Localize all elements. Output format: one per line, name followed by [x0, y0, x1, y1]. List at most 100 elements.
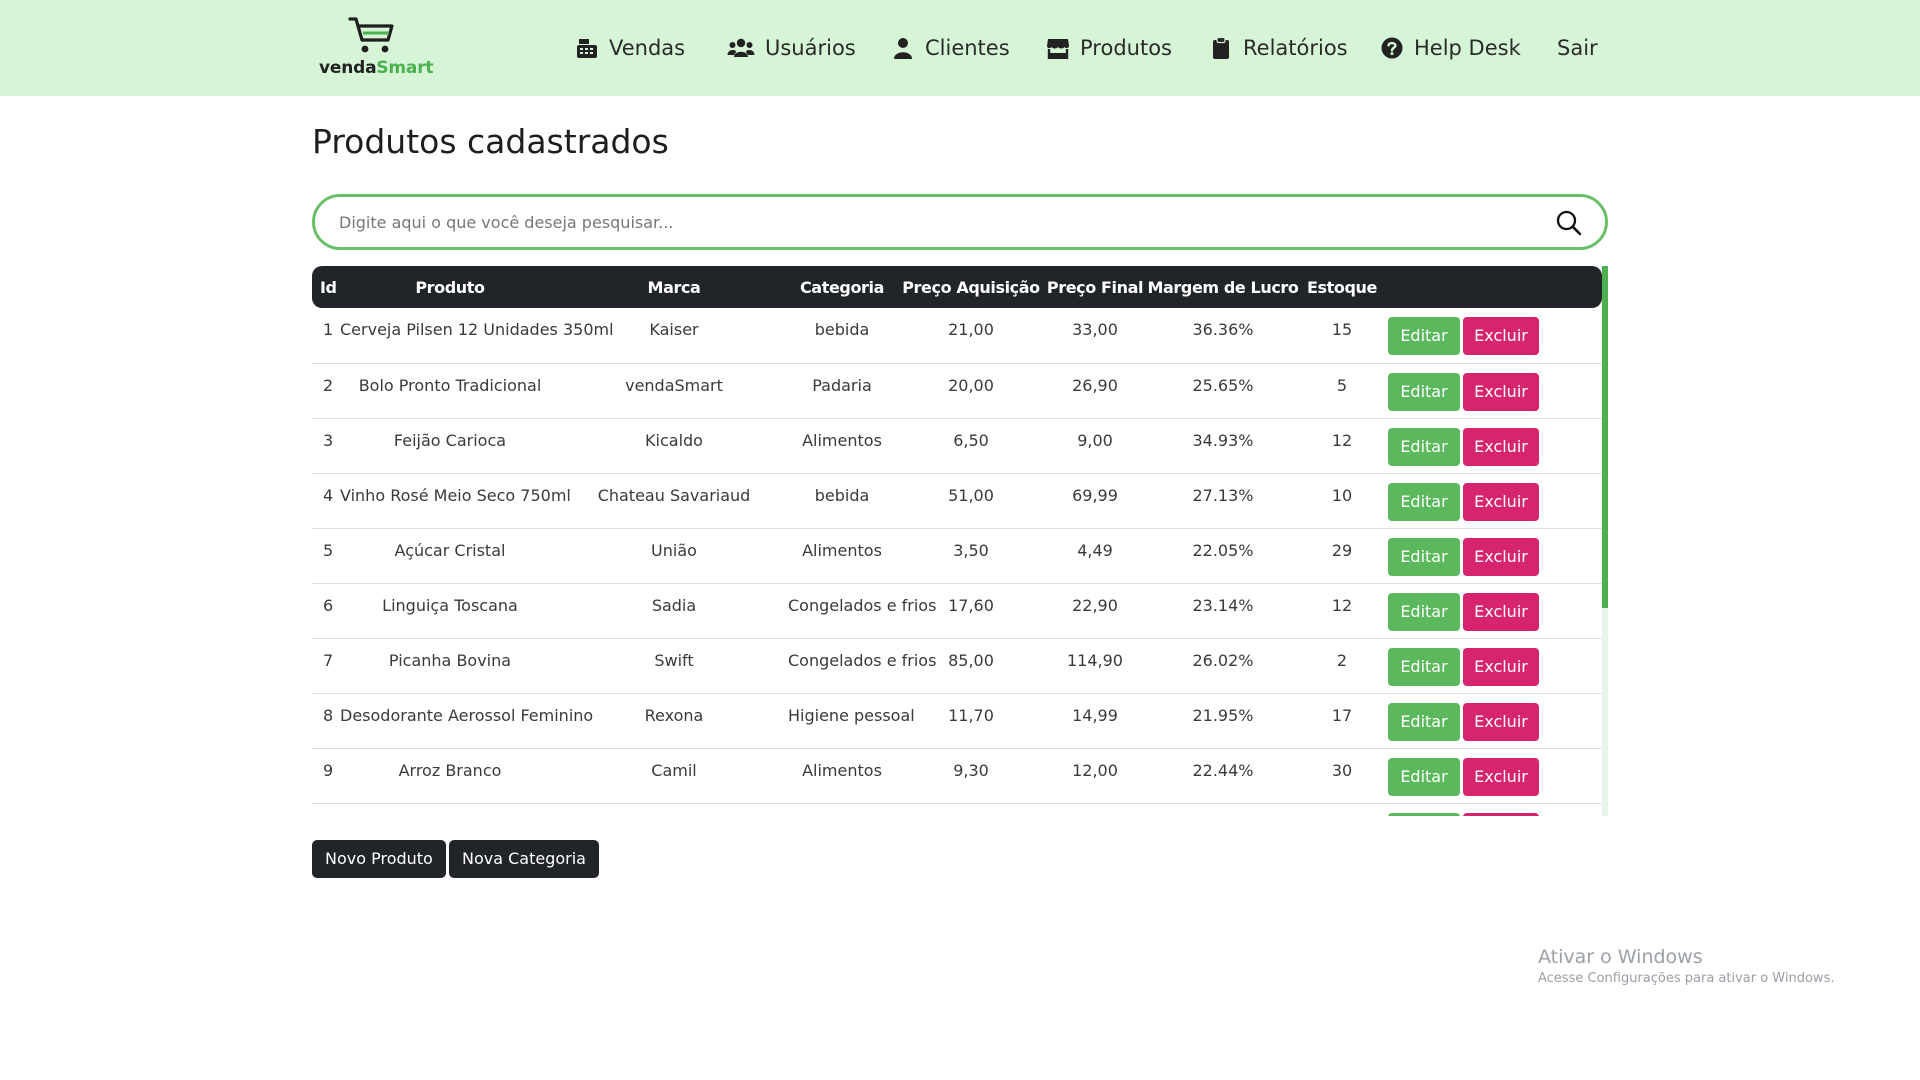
cell-id: 3	[323, 430, 334, 450]
cell-produto: Cerveja Pilsen 12 Unidades 350ml	[340, 320, 614, 339]
edit-button[interactable]: Editar	[1388, 757, 1460, 796]
cell-categoria: bebida	[814, 485, 870, 505]
edit-button[interactable]: Editar	[1388, 372, 1460, 411]
users-icon	[727, 36, 755, 60]
shopping-cart-icon	[348, 17, 394, 53]
cell-produto	[340, 803, 560, 816]
delete-button[interactable]: Excluir	[1463, 427, 1539, 466]
nav-vendas[interactable]: Vendas	[575, 33, 685, 63]
cell-preco-final: 14,99	[1072, 705, 1118, 725]
header-actions	[1382, 266, 1602, 308]
cell-actions: EditarExcluir	[1382, 583, 1602, 638]
cell-produto: Bolo Pronto Tradicional	[358, 375, 542, 395]
header-produto: Produto	[415, 277, 485, 297]
cell-estoque: 17	[1331, 705, 1353, 725]
cell-preco-aquisicao: 9,30	[953, 760, 989, 780]
delete-button[interactable]: Excluir	[1463, 592, 1539, 631]
cell-marca: Kicaldo	[645, 430, 703, 450]
edit-button[interactable]: Editar	[1388, 427, 1460, 466]
cell-preco-aquisicao: 51,00	[948, 485, 994, 505]
cell-preco-final: 22,90	[1072, 595, 1118, 615]
cell-margem-lucro: 27.13%	[1192, 485, 1254, 505]
edit-button[interactable]: Editar	[1388, 592, 1460, 631]
nav-clientes[interactable]: Clientes	[891, 33, 1010, 63]
header-id: Id	[320, 277, 337, 297]
cell-estoque: 5	[1336, 375, 1348, 395]
edit-button[interactable]: Editar	[1388, 482, 1460, 521]
cell-actions: EditarExcluir	[1382, 308, 1602, 363]
delete-button[interactable]: Excluir	[1463, 317, 1539, 355]
edit-button[interactable]: Editar	[1388, 537, 1460, 576]
cell-produto: Açúcar Cristal	[394, 540, 506, 560]
cell-id: 9	[323, 760, 334, 780]
nav-produtos[interactable]: Produtos	[1046, 33, 1172, 63]
cell-preco-final: 12,00	[1072, 760, 1118, 780]
delete-button[interactable]: Excluir	[1463, 702, 1539, 741]
table-scrollbar[interactable]	[1602, 266, 1608, 816]
search-input[interactable]	[339, 209, 1519, 235]
header-categoria: Categoria	[799, 277, 885, 297]
cell-preco-aquisicao: 6,50	[953, 430, 989, 450]
cell-categoria: Congelados e frios	[788, 650, 937, 670]
cell-id: 1	[323, 320, 334, 339]
user-icon	[891, 36, 915, 60]
cell-marca: Swift	[654, 650, 694, 670]
nav-help-desk[interactable]: Help Desk	[1380, 33, 1521, 63]
cell-preco-aquisicao: 3,50	[953, 540, 989, 560]
search-icon[interactable]	[1555, 209, 1583, 237]
delete-button[interactable]: Excluir	[1463, 537, 1539, 576]
cell-estoque	[1302, 803, 1382, 816]
new-category-button[interactable]: Nova Categoria	[449, 840, 599, 878]
cell-id	[312, 803, 340, 816]
cell-preco-final: 114,90	[1067, 650, 1123, 670]
nav-usuarios[interactable]: Usuários	[727, 33, 856, 63]
cell-id: 6	[323, 595, 334, 615]
cell-margem-lucro: 36.36%	[1192, 320, 1254, 339]
nav-label: Vendas	[609, 36, 686, 60]
nav-label: Usuários	[765, 36, 856, 60]
table-header-row: Id Produto Marca Categoria Preço Aquisiç…	[312, 266, 1602, 308]
edit-button[interactable]: Editar	[1388, 647, 1460, 686]
new-product-button[interactable]: Novo Produto	[312, 840, 446, 878]
cell-margem-lucro: 21.95%	[1192, 705, 1254, 725]
cell-estoque: 29	[1331, 540, 1353, 560]
nav-label: Produtos	[1080, 36, 1172, 60]
header-margem-lucro: Margem de Lucro	[1147, 277, 1299, 297]
delete-button[interactable]: Excluir	[1463, 812, 1539, 816]
table-row: 2 Bolo Pronto Tradicional vendaSmart Padari…	[312, 363, 1602, 418]
cell-marca: Rexona	[644, 705, 704, 725]
delete-button[interactable]: Excluir	[1463, 482, 1539, 521]
cell-marca: vendaSmart	[625, 375, 723, 395]
cell-estoque: 10	[1331, 485, 1353, 505]
delete-button[interactable]: Excluir	[1463, 372, 1539, 411]
cell-categoria: Higiene pessoal	[788, 705, 915, 725]
delete-button[interactable]: Excluir	[1463, 757, 1539, 796]
watermark-title: Ativar o Windows	[1538, 946, 1703, 968]
cell-marca	[560, 803, 788, 816]
nav-label: Relatórios	[1243, 36, 1348, 60]
cell-actions: EditarExcluir	[1382, 418, 1602, 473]
table-row: 4 Vinho Rosé Meio Seco 750ml Chateau Savar…	[312, 473, 1602, 528]
cell-estoque: 15	[1331, 320, 1353, 339]
scrollbar-thumb[interactable]	[1602, 266, 1608, 608]
nav-label: Help Desk	[1414, 36, 1521, 60]
cell-actions: EditarExcluir	[1382, 803, 1602, 816]
products-table-container[interactable]: Id Produto Marca Categoria Preço Aquisiç…	[312, 266, 1608, 816]
cell-marca: Camil	[651, 760, 697, 780]
windows-activation-watermark: Ativar o Windows Acesse Configurações pa…	[1538, 946, 1834, 986]
table-row: 6 Linguiça Toscana Sadia Congelados e frios…	[312, 583, 1602, 638]
cell-preco-final: 33,00	[1072, 320, 1118, 339]
edit-button[interactable]: Editar	[1388, 812, 1460, 816]
edit-button[interactable]: Editar	[1388, 702, 1460, 741]
header-estoque: Estoque	[1307, 277, 1377, 297]
brand-logo[interactable]: vendaSmart	[318, 16, 434, 82]
cell-categoria: Alimentos	[802, 760, 882, 780]
delete-button[interactable]: Excluir	[1463, 647, 1539, 686]
cell-actions: EditarExcluir	[1382, 693, 1602, 748]
nav-relatorios[interactable]: Relatórios	[1209, 33, 1348, 63]
store-icon	[1046, 36, 1070, 60]
table-row: 9 Arroz Branco Camil Alimentos 9,30 12,00 22.4…	[312, 748, 1602, 803]
top-navbar: vendaSmart Vendas Usuários Clientes Prod…	[0, 0, 1920, 96]
nav-sair[interactable]: Sair	[1557, 33, 1598, 63]
edit-button[interactable]: Editar	[1388, 317, 1460, 355]
